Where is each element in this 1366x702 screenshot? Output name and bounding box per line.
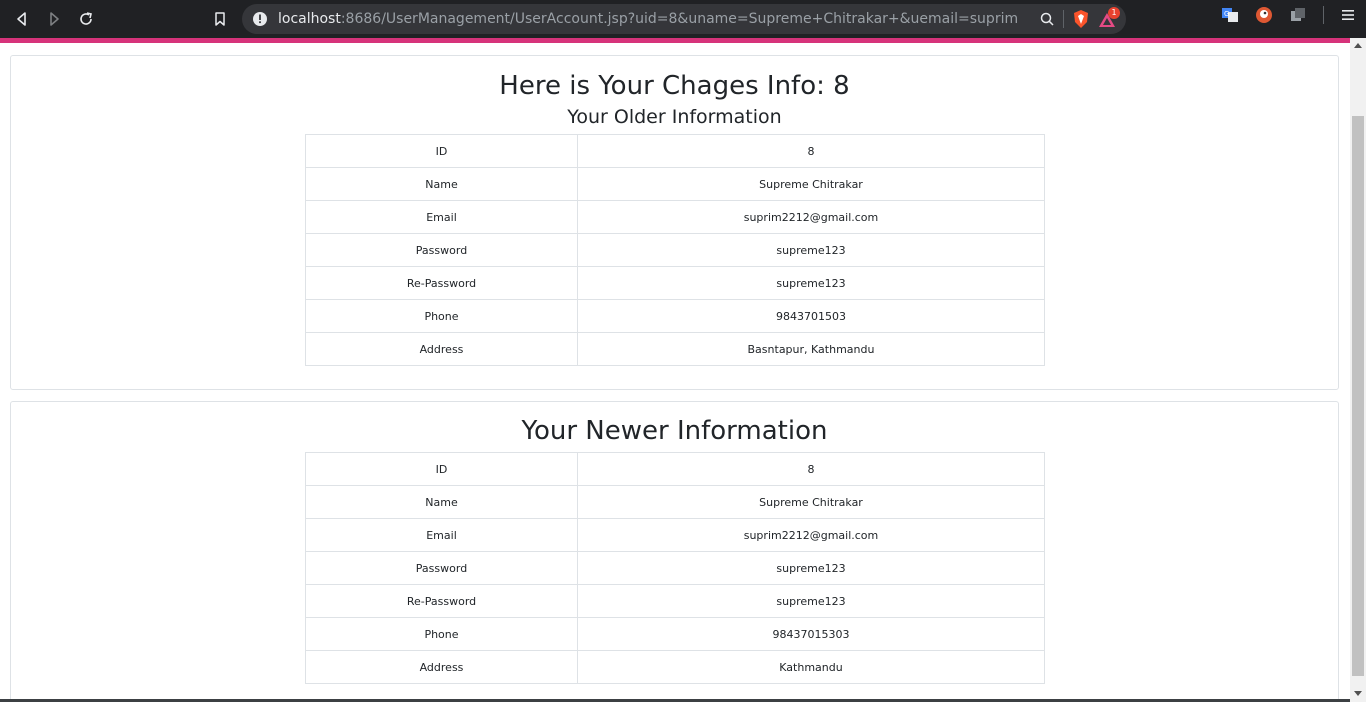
table-row: Password supreme123 [305,551,1045,585]
row-value: supreme123 [577,551,1045,585]
scroll-up-icon[interactable] [1354,43,1362,48]
row-value: Supreme Chitrakar [577,485,1045,519]
back-button[interactable] [6,3,38,35]
row-value: Kathmandu [577,650,1045,684]
bookmark-icon [215,12,225,26]
vertical-scrollbar[interactable] [1350,38,1366,702]
row-label: Address [305,332,578,366]
row-value: suprim2212@gmail.com [577,200,1045,234]
url-text: localhost:8686/UserManagement/UserAccoun… [278,11,1018,27]
extension-puzzle-icon[interactable] [1289,6,1307,24]
row-label: ID [305,134,578,168]
row-label: Phone [305,617,578,651]
forward-button[interactable] [38,3,70,35]
table-row: Email suprim2212@gmail.com [305,518,1045,552]
url-host: localhost [278,11,341,27]
table-row: Password supreme123 [305,233,1045,267]
scroll-thumb[interactable] [1352,116,1364,676]
newer-info-card: Your Newer Information ID 8 Name Supreme C… [10,401,1339,702]
accent-bar [0,38,1350,43]
row-value: 8 [577,452,1045,486]
row-label: Password [305,551,578,585]
table-row: Email suprim2212@gmail.com [305,200,1045,234]
row-value: supreme123 [577,233,1045,267]
svg-text:G: G [1224,10,1229,18]
row-label: Email [305,518,578,552]
row-value: supreme123 [577,584,1045,618]
reload-icon [80,12,92,25]
older-info-card: Here is Your Chages Info: 8 Your Older I… [10,55,1339,390]
row-value: Supreme Chitrakar [577,167,1045,201]
row-value: supreme123 [577,266,1045,300]
row-value: 8 [577,134,1045,168]
brave-rewards-button[interactable]: 1 [1098,7,1120,29]
page-title: Here is Your Chages Info: 8 [499,71,850,101]
row-label: ID [305,452,578,486]
address-bar[interactable]: localhost:8686/UserManagement/UserAccoun… [242,4,1126,34]
newer-heading: Your Newer Information [521,416,828,446]
row-label: Password [305,233,578,267]
back-icon [17,12,26,26]
row-label: Phone [305,299,578,333]
scroll-down-icon[interactable] [1354,691,1362,696]
browser-toolbar: localhost:8686/UserManagement/UserAccoun… [0,0,1366,38]
duckduckgo-extension-icon[interactable] [1255,6,1273,24]
divider [1323,6,1324,24]
table-row: Phone 98437015303 [305,617,1045,651]
row-value: 98437015303 [577,617,1045,651]
table-row: Re-Password supreme123 [305,584,1045,618]
notification-badge: 1 [1108,7,1120,19]
row-label: Re-Password [305,266,578,300]
table-row: Phone 9843701503 [305,299,1045,333]
zoom-icon[interactable] [1039,11,1055,27]
menu-icon[interactable] [1340,7,1356,23]
table-row: Address Kathmandu [305,650,1045,684]
row-label: Address [305,650,578,684]
brave-shield-icon[interactable] [1072,9,1090,29]
row-value: Basntapur, Kathmandu [577,332,1045,366]
reload-button[interactable] [70,3,102,35]
table-row: Name Supreme Chitrakar [305,485,1045,519]
older-heading: Your Older Information [567,106,782,128]
table-row: ID 8 [305,134,1045,168]
forward-icon [50,12,59,26]
older-info-table: ID 8 Name Supreme Chitrakar Email suprim221… [305,134,1045,366]
url-path: :8686/UserManagement/UserAccount.jsp?uid… [340,11,1018,27]
row-label: Email [305,200,578,234]
row-label: Name [305,167,578,201]
table-row: ID 8 [305,452,1045,486]
table-row: Name Supreme Chitrakar [305,167,1045,201]
newer-info-table: ID 8 Name Supreme Chitrakar Email suprim221… [305,452,1045,684]
row-value: suprim2212@gmail.com [577,518,1045,552]
divider [1063,10,1064,28]
bookmark-button[interactable] [204,3,236,35]
row-label: Re-Password [305,584,578,618]
table-row: Address Basntapur, Kathmandu [305,332,1045,366]
info-icon[interactable] [252,11,268,27]
row-value: 9843701503 [577,299,1045,333]
translate-extension-icon[interactable]: G [1221,6,1239,24]
table-row: Re-Password supreme123 [305,266,1045,300]
row-label: Name [305,485,578,519]
